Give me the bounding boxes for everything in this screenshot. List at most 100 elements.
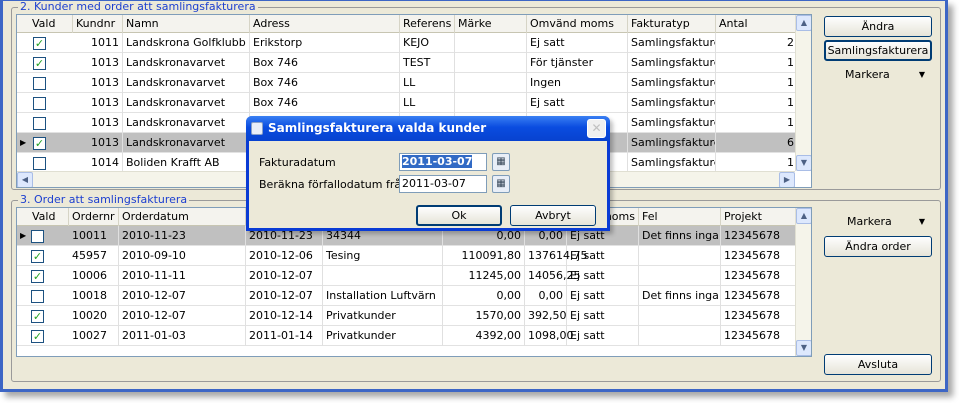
scroll-down-icon[interactable]: ▼ — [796, 155, 811, 171]
moms-cell: Ej satt — [567, 306, 639, 326]
andra-button[interactable]: Ändra — [824, 16, 932, 37]
datum2-cell: 2010-12-07 — [246, 266, 323, 286]
vald-checkbox[interactable] — [33, 117, 46, 130]
adress-cell: Box 746 — [250, 53, 400, 73]
vald-checkbox[interactable]: ✓ — [31, 270, 44, 283]
table-row[interactable]: 10018 2010-12-07 2010-12-07 Installation… — [17, 286, 795, 306]
belopp2-cell: 14056,25 — [525, 266, 581, 286]
customers-vertical-scrollbar[interactable]: ▲ ▼ — [795, 15, 811, 171]
belopp1-cell: 4392,00 — [443, 326, 525, 346]
ok-button-label: Ok — [451, 209, 467, 222]
calendar-icon[interactable]: ▦ — [492, 175, 510, 193]
kundnr-cell: 1014 — [73, 153, 123, 173]
kundnr-cell: 1013 — [73, 113, 123, 133]
belopp1-cell: 110091,80 — [443, 246, 525, 266]
col-marke[interactable]: Märke — [455, 15, 527, 33]
fel-cell — [639, 246, 721, 266]
fakturadatum-value: 2011-03-07 — [402, 155, 473, 168]
col-vald[interactable]: Vald — [29, 208, 69, 226]
calendar-icon[interactable]: ▦ — [492, 153, 510, 171]
col-fel[interactable]: Fel — [639, 208, 721, 226]
scroll-right-icon[interactable]: ▶ — [779, 172, 795, 187]
col-adress[interactable]: Adress — [250, 15, 400, 33]
fakturadatum-label: Fakturadatum — [259, 156, 336, 169]
vald-checkbox[interactable]: ✓ — [33, 57, 46, 70]
chevron-down-icon[interactable]: ▼ — [919, 212, 925, 231]
vald-checkbox[interactable] — [31, 230, 44, 243]
vald-checkbox[interactable] — [33, 157, 46, 170]
scroll-left-icon[interactable]: ◀ — [17, 172, 33, 187]
omvand-cell: Ej satt — [527, 33, 628, 53]
samlingsfakturera-button-label: Samlingsfakturera — [827, 44, 929, 57]
table-row[interactable]: ✓ 10020 2010-12-07 2010-12-14 Privatkund… — [17, 306, 795, 326]
avsluta-button-label: Avsluta — [857, 358, 899, 371]
close-icon[interactable]: ✕ — [587, 119, 606, 138]
marke-cell — [455, 33, 527, 53]
antal-cell: 6 — [787, 136, 794, 149]
col-vald[interactable]: Vald — [29, 15, 73, 33]
col-fakturatyp[interactable]: Fakturatyp — [628, 15, 716, 33]
marke-cell — [455, 53, 527, 73]
orders-vertical-scrollbar[interactable]: ▲ ▼ — [795, 208, 811, 356]
datum2-cell: 2011-01-14 — [246, 326, 323, 346]
vald-checkbox[interactable] — [31, 290, 44, 303]
vald-checkbox[interactable]: ✓ — [33, 37, 46, 50]
table-row[interactable]: ✓ 10006 2010-11-11 2010-12-07 11245,00 1… — [17, 266, 795, 286]
scroll-up-icon[interactable]: ▲ — [796, 15, 811, 31]
moms-cell: Ej satt — [567, 326, 639, 346]
projekt-cell: 12345678 — [724, 269, 780, 282]
ordernr-cell: 10018 — [69, 286, 119, 306]
antal-cell: 1 — [787, 116, 794, 129]
referens-cell: TEST — [400, 53, 455, 73]
col-kundnr[interactable]: Kundnr — [73, 15, 123, 33]
dialog-title: Samlingsfakturera valda kunder — [268, 121, 487, 135]
dialog-title-bar[interactable]: Samlingsfakturera valda kunder ✕ — [246, 116, 610, 141]
adress-cell: Box 746 — [250, 93, 400, 113]
forfallodatum-input[interactable]: 2011-03-07 — [399, 175, 487, 193]
fel-cell — [639, 306, 721, 326]
projekt-cell: 12345678 — [724, 309, 780, 322]
col-antal[interactable]: Antal — [716, 15, 797, 33]
vald-checkbox[interactable]: ✓ — [31, 250, 44, 263]
table-row[interactable]: 1013 Landskronavarvet Box 746 LL Ingen S… — [17, 73, 795, 93]
kundnr-cell: 1013 — [73, 133, 123, 153]
belopp2-cell: 137614,75 — [525, 246, 588, 266]
col-omvand-moms[interactable]: Omvänd moms — [527, 15, 628, 33]
andra-order-button-label: Ändra order — [845, 240, 911, 253]
ok-button[interactable]: Ok — [416, 205, 502, 226]
namn-cell: Landskrona Golfklubb — [123, 33, 250, 53]
vald-checkbox[interactable]: ✓ — [31, 330, 44, 343]
scroll-down-icon[interactable]: ▼ — [796, 340, 811, 356]
referens-cell: LL — [400, 93, 455, 113]
text-cell: Privatkunder — [323, 306, 443, 326]
table-row[interactable]: ✓ 10027 2011-01-03 2011-01-14 Privatkund… — [17, 326, 795, 346]
avbryt-button[interactable]: Avbryt — [510, 205, 596, 226]
avsluta-button[interactable]: Avsluta — [824, 354, 932, 375]
table-row[interactable]: ✓ 1013 Landskronavarvet Box 746 TEST För… — [17, 53, 795, 73]
moms-cell: Ej satt — [567, 246, 639, 266]
scroll-up-icon[interactable]: ▲ — [796, 208, 811, 224]
vald-checkbox[interactable]: ✓ — [33, 137, 46, 150]
vald-checkbox[interactable] — [33, 77, 46, 90]
table-row[interactable]: ✓ 1011 Landskrona Golfklubb Erikstorp KE… — [17, 33, 795, 53]
marke-cell — [455, 73, 527, 93]
markera-dropdown[interactable]: Markera ▼ — [824, 64, 932, 85]
col-orderdatum[interactable]: Orderdatum — [119, 208, 246, 226]
col-ordernr[interactable]: Ordernr — [69, 208, 119, 226]
vald-checkbox[interactable]: ✓ — [31, 310, 44, 323]
datum2-cell: 2010-12-06 — [246, 246, 323, 266]
datum2-cell: 2010-12-14 — [246, 306, 323, 326]
vald-checkbox[interactable] — [33, 97, 46, 110]
namn-cell: Landskronavarvet — [123, 133, 250, 153]
main-window: 2. Kunder med order att samlingsfakturer… — [0, 0, 948, 392]
ordernr-cell: 10020 — [69, 306, 119, 326]
samlingsfakturera-button[interactable]: Samlingsfakturera — [824, 40, 932, 61]
col-projekt[interactable]: Projekt — [721, 208, 797, 226]
andra-order-button[interactable]: Ändra order — [824, 236, 932, 257]
markera-orders-dropdown[interactable]: Markera ▼ — [824, 211, 932, 232]
col-referens[interactable]: Referens — [400, 15, 455, 33]
fakturadatum-input[interactable]: 2011-03-07 — [399, 153, 487, 171]
table-row[interactable]: ✓ 45957 2010-09-10 2010-12-06 Tesing 110… — [17, 246, 795, 266]
table-row[interactable]: 1013 Landskronavarvet Box 746 LL Ej satt… — [17, 93, 795, 113]
col-namn[interactable]: Namn — [123, 15, 250, 33]
